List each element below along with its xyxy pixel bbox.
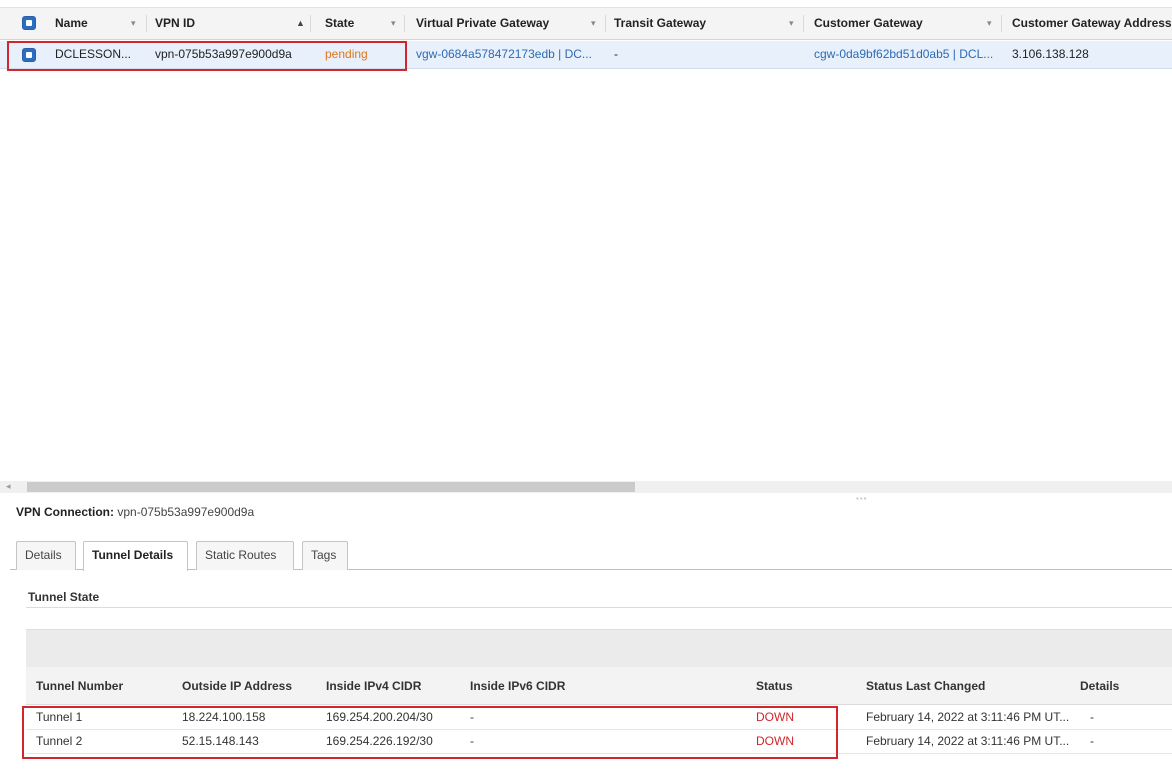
column-header-customer-gateway-address[interactable]: Customer Gateway Address xyxy=(1012,8,1172,39)
tunnel-details: - xyxy=(1090,734,1094,748)
column-header-customer-gateway[interactable]: Customer Gateway xyxy=(814,8,923,39)
select-all-checkbox[interactable] xyxy=(22,16,36,30)
status-last-changed: February 14, 2022 at 3:11:46 PM UT... xyxy=(866,734,1070,748)
column-header-state[interactable]: State xyxy=(325,8,354,39)
scroll-left-icon[interactable]: ◂ xyxy=(6,480,11,492)
header-details: Details xyxy=(1080,679,1120,693)
tab-tags[interactable]: Tags xyxy=(302,541,348,570)
header-inside-ipv6-cidr: Inside IPv6 CIDR xyxy=(470,679,566,693)
scrollbar-thumb[interactable] xyxy=(27,482,635,492)
column-divider xyxy=(1001,15,1002,32)
column-header-transit-gateway[interactable]: Transit Gateway xyxy=(614,8,706,39)
row-virtual-private-gateway-link[interactable]: vgw-0684a578472173edb | DC... xyxy=(416,41,592,68)
sort-desc-icon[interactable]: ▾ xyxy=(789,8,794,39)
vpn-connection-id: vpn-075b53a997e900d9a xyxy=(117,505,255,519)
sort-asc-icon[interactable]: ▲ xyxy=(296,8,305,39)
status-last-changed: February 14, 2022 at 3:11:46 PM UT... xyxy=(866,710,1070,724)
row-customer-gateway-address: 3.106.138.128 xyxy=(1012,47,1089,61)
tunnel-table-header: Tunnel Number Outside IP Address Inside … xyxy=(26,667,1172,705)
vpn-connection-label: VPN Connection: xyxy=(16,505,114,519)
table-toolbar xyxy=(26,629,1172,667)
sort-desc-icon[interactable]: ▾ xyxy=(591,8,596,39)
section-title-tunnel-state: Tunnel State xyxy=(28,590,100,604)
column-divider xyxy=(803,15,804,32)
header-status-last-changed: Status Last Changed xyxy=(866,679,986,693)
header-status: Status xyxy=(756,679,793,693)
column-divider xyxy=(146,15,147,32)
sort-desc-icon[interactable]: ▾ xyxy=(391,8,396,39)
row-transit-gateway: - xyxy=(614,47,618,61)
header-outside-ip-address: Outside IP Address xyxy=(182,679,293,693)
horizontal-scrollbar[interactable]: ◂ xyxy=(0,481,1172,493)
tab-details[interactable]: Details xyxy=(16,541,76,570)
column-header-vpn-id[interactable]: VPN ID xyxy=(155,8,195,39)
column-divider xyxy=(404,15,405,32)
section-divider xyxy=(26,607,1172,608)
sort-desc-icon[interactable]: ▾ xyxy=(987,8,992,39)
column-header-name[interactable]: Name xyxy=(55,8,88,39)
tunnel-details: - xyxy=(1090,710,1094,724)
vpn-connection-title: VPN Connection: vpn-075b53a997e900d9a xyxy=(16,505,254,519)
column-header-virtual-private-gateway[interactable]: Virtual Private Gateway xyxy=(416,8,549,39)
tab-static-routes[interactable]: Static Routes xyxy=(196,541,294,570)
highlight-box xyxy=(22,706,838,759)
column-divider xyxy=(310,15,311,32)
column-divider xyxy=(605,15,606,32)
vpn-grid-header: Name ▾ VPN ID ▲ State ▾ Virtual Private … xyxy=(0,7,1172,40)
header-tunnel-number: Tunnel Number xyxy=(36,679,124,693)
panel-resize-grip-icon[interactable]: ▪▪▪ xyxy=(856,494,868,503)
row-customer-gateway-link[interactable]: cgw-0da9bf62bd51d0ab5 | DCL... xyxy=(814,41,993,68)
highlight-box xyxy=(7,41,407,71)
header-inside-ipv4-cidr: Inside IPv4 CIDR xyxy=(326,679,422,693)
tab-tunnel-details[interactable]: Tunnel Details xyxy=(83,541,188,571)
sort-desc-icon[interactable]: ▾ xyxy=(131,8,136,39)
